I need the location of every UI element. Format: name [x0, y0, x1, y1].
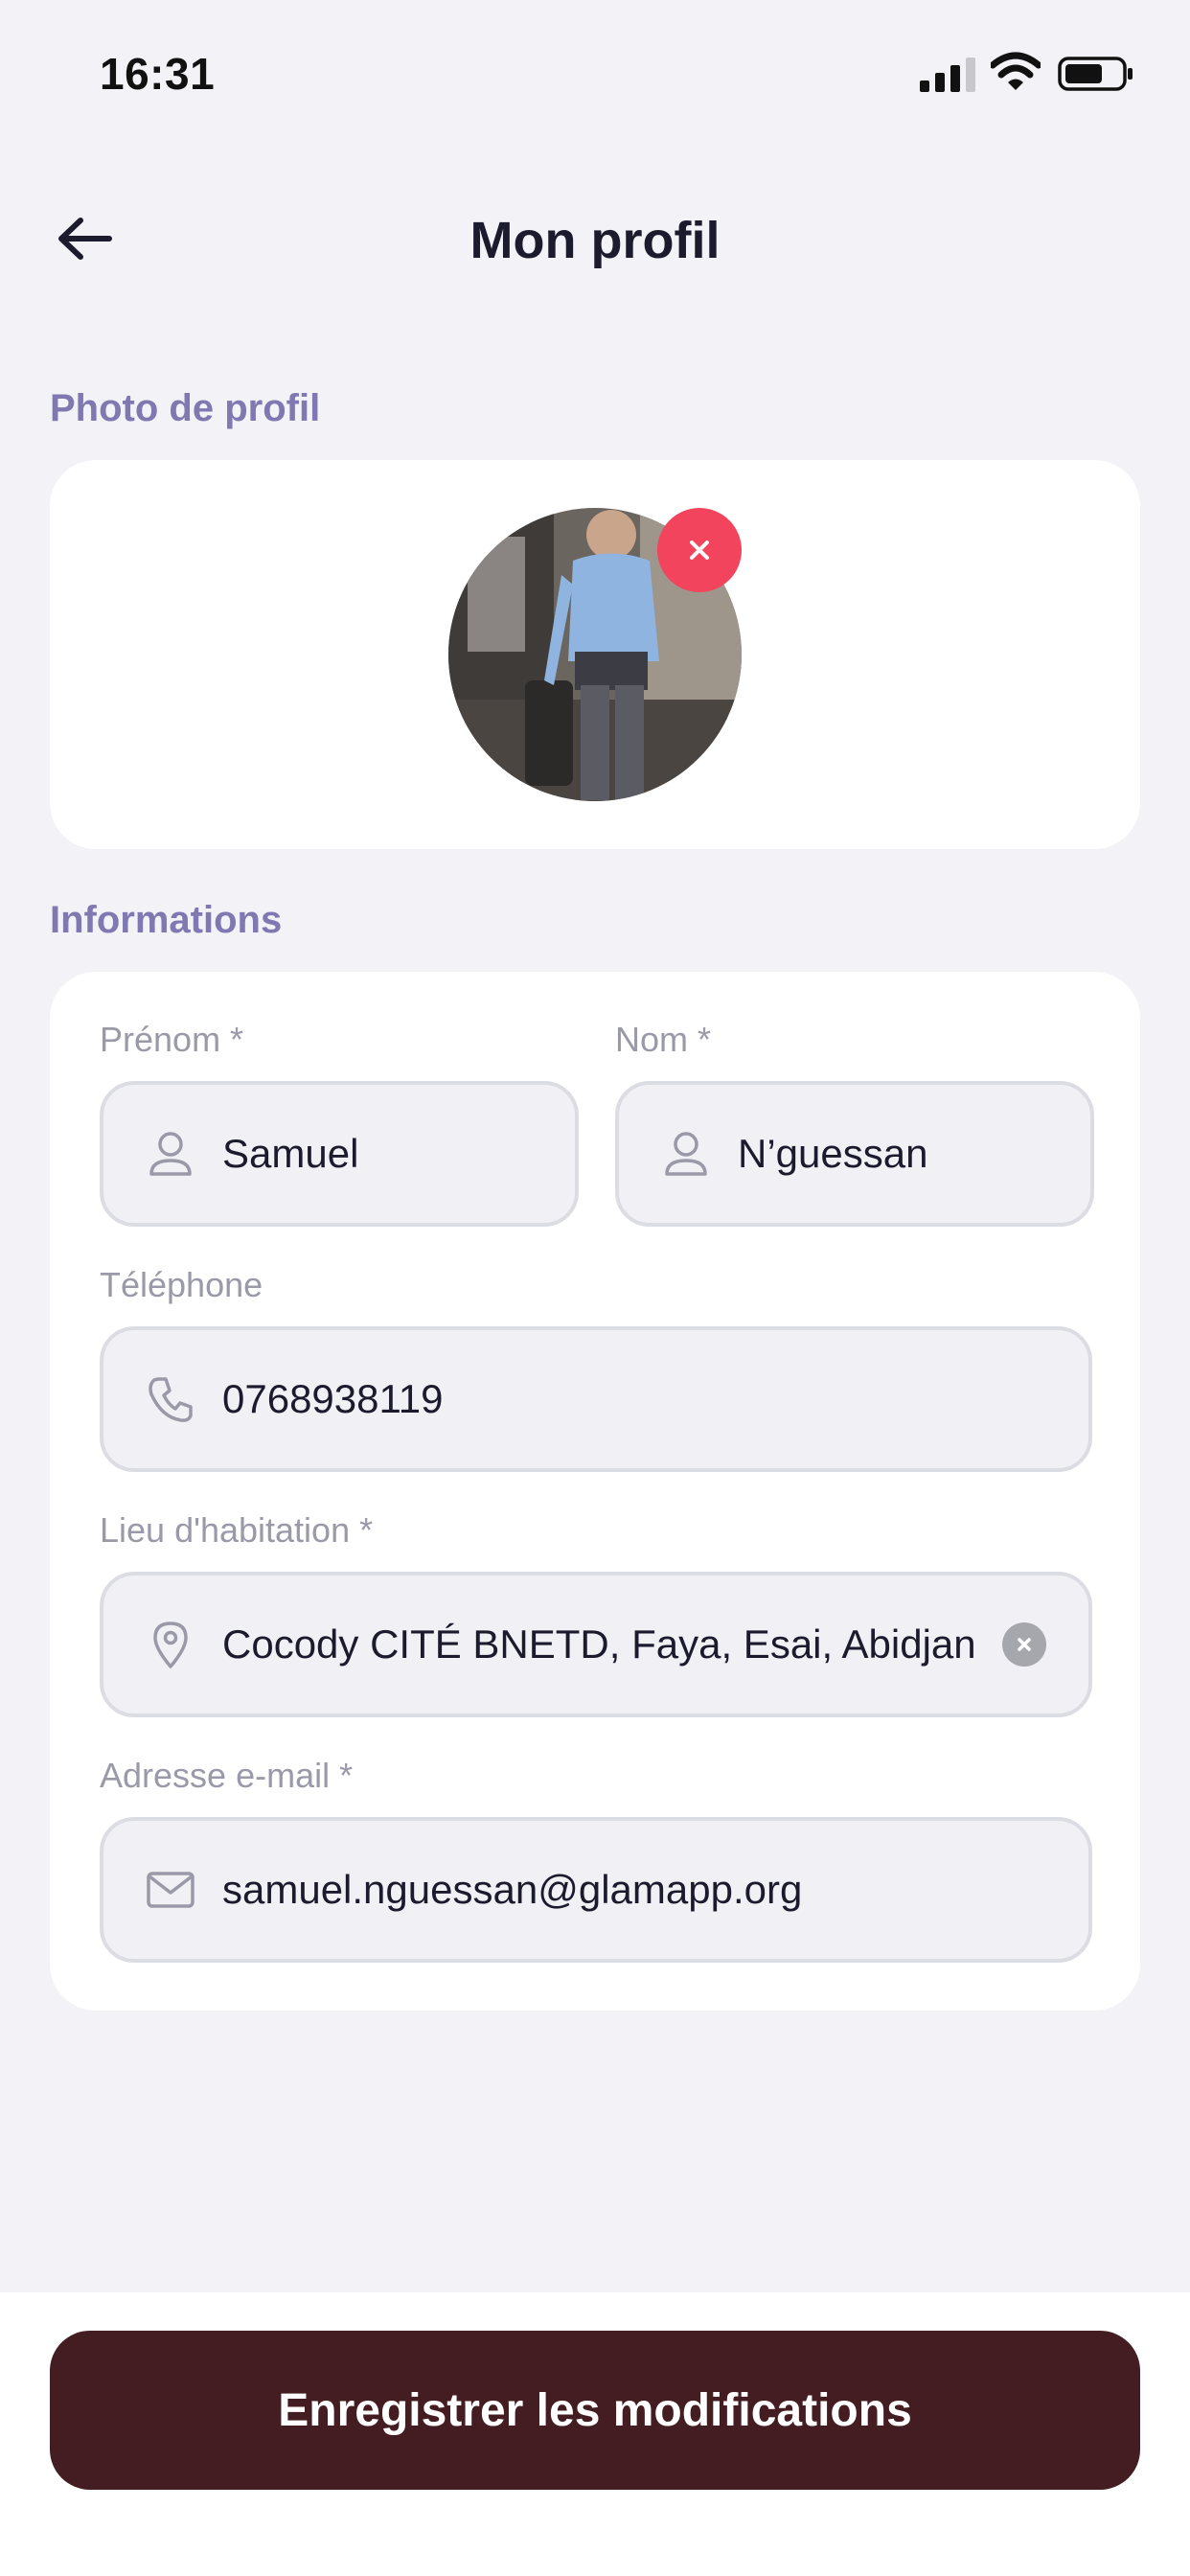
photo-card [50, 460, 1140, 849]
location-value: Cocody CITÉ BNETD, Faya, Esai, Abidjan [222, 1622, 976, 1667]
page-title: Mon profil [469, 212, 721, 269]
save-button[interactable]: Enregistrer les modifications [50, 2331, 1140, 2490]
first-name-value: Samuel [222, 1131, 359, 1176]
phone-label: Téléphone [100, 1265, 263, 1304]
phone-value: 0768938119 [222, 1376, 444, 1421]
user-icon [661, 1129, 711, 1179]
header: Mon profil [0, 182, 1190, 297]
close-icon [690, 540, 709, 560]
location-field[interactable]: Cocody CITÉ BNETD, Faya, Esai, Abidjan [100, 1572, 1092, 1717]
phone-field[interactable]: 0768938119 [100, 1326, 1092, 1472]
status-time: 16:31 [100, 49, 216, 99]
status-bar: 16:31 [0, 0, 1190, 144]
email-label: Adresse e-mail * [100, 1756, 354, 1795]
bottom-bar: Enregistrer les modifications [0, 2292, 1190, 2576]
info-section-label: Informations [50, 899, 283, 941]
first-name-label: Prénom * [100, 1020, 244, 1059]
remove-photo-button[interactable] [657, 508, 742, 592]
location-pin-icon [146, 1620, 195, 1669]
cellular-signal-icon [920, 58, 975, 92]
email-value: samuel.nguessan@glamapp.org [222, 1867, 803, 1912]
last-name-field[interactable]: N’guessan [615, 1081, 1094, 1227]
clear-location-button[interactable] [1002, 1622, 1046, 1667]
battery-icon [1058, 57, 1133, 91]
info-card: Prénom * Samuel Nom * N’guessan Téléphon [50, 972, 1140, 2011]
wifi-icon [991, 52, 1041, 90]
photo-section-label: Photo de profil [50, 387, 321, 429]
user-icon [146, 1129, 195, 1179]
first-name-field[interactable]: Samuel [100, 1081, 579, 1227]
clear-icon [1018, 1638, 1031, 1651]
last-name-value: N’guessan [738, 1131, 928, 1176]
location-label: Lieu d'habitation * [100, 1510, 374, 1550]
last-name-label: Nom * [615, 1020, 712, 1059]
email-field[interactable]: samuel.nguessan@glamapp.org [100, 1817, 1092, 1963]
mail-icon [146, 1865, 195, 1915]
avatar-container [448, 508, 742, 801]
phone-icon [146, 1374, 195, 1424]
profile-screen: 16:31 Mon profil Photo de profil Informa… [0, 0, 1190, 2576]
